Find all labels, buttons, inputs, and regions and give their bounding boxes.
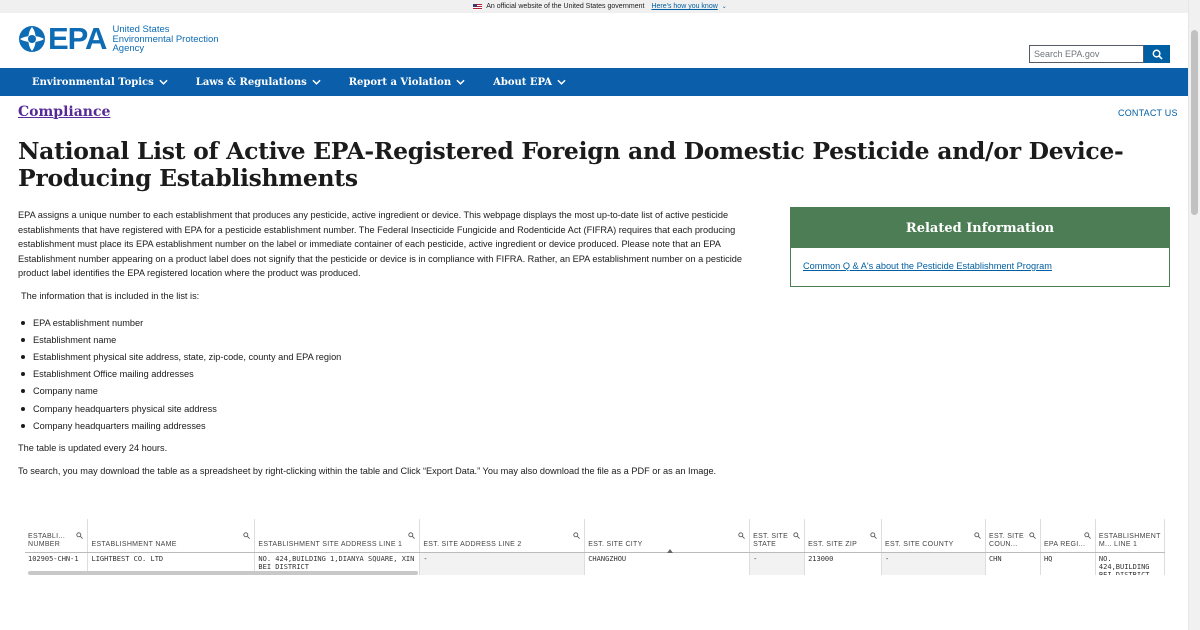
table-cell: -	[881, 552, 986, 575]
page-scrollbar[interactable]	[1188, 0, 1200, 630]
list-item: Company headquarters physical site addre…	[21, 400, 341, 417]
list-item: Establishment name	[21, 331, 341, 348]
column-header-label: EST. SITE COUNTY	[885, 540, 954, 548]
search-icon[interactable]	[793, 532, 800, 539]
related-heading: Related Information	[791, 208, 1169, 248]
column-header-label: EST. SITE COUN...	[988, 532, 1024, 548]
search-icon[interactable]	[1084, 532, 1091, 539]
related-information-box: Related Information Common Q & A's about…	[790, 207, 1170, 287]
search-icon[interactable]	[243, 532, 251, 539]
gov-banner: An official website of the United States…	[0, 0, 1200, 13]
search-instructions: To search, you may download the table as…	[18, 466, 717, 476]
column-header[interactable]: EST. SITE CITY	[584, 519, 751, 553]
column-header[interactable]: EST. SITE COUN...	[985, 519, 1041, 553]
table-cell: HQ	[1040, 552, 1096, 575]
chevron-down-icon	[456, 79, 465, 85]
compliance-link[interactable]: Compliance	[18, 104, 110, 120]
search-input[interactable]	[1029, 45, 1144, 63]
column-header[interactable]: ESTABLISHMENT M... LINE 1	[1095, 519, 1165, 553]
table-cell: 213000	[804, 552, 883, 575]
nav-label: Laws & Regulations	[195, 76, 307, 88]
epa-wordmark: EPA	[48, 21, 107, 57]
chevron-down-icon	[159, 79, 168, 85]
column-header-label: ESTABLISHMENT SITE ADDRESS LINE 1	[258, 540, 403, 548]
search-icon[interactable]	[573, 532, 581, 539]
column-header-label: ESTABLISHMENT NAME	[91, 540, 177, 548]
nav-laws-regulations[interactable]: Laws & Regulations	[196, 77, 321, 88]
table-horizontal-scrollbar[interactable]	[28, 571, 418, 575]
epa-flower-icon	[19, 26, 45, 53]
list-item: Company headquarters mailing addresses	[21, 417, 341, 434]
search-icon[interactable]	[1029, 532, 1036, 539]
contact-us-link[interactable]: CONTACT US	[1118, 108, 1178, 118]
nav-environmental-topics[interactable]: Environmental Topics	[32, 77, 168, 88]
search-icon[interactable]	[408, 532, 416, 539]
info-list: EPA establishment number Establishment n…	[21, 314, 341, 434]
agency-name: United States Environmental Protection A…	[112, 25, 218, 54]
search-icon[interactable]	[738, 532, 745, 539]
table-header-row: ESTABLI... NUMBER ESTABLISHMENT NAME EST…	[25, 519, 1165, 553]
table-cell: NO. 424,BUILDING BEI DISTRICT	[1095, 552, 1165, 575]
related-link-qa[interactable]: Common Q & A's about the Pesticide Estab…	[803, 261, 1052, 271]
column-header[interactable]: ESTABLISHMENT NAME	[87, 519, 256, 553]
list-item: Company name	[21, 383, 341, 400]
column-header[interactable]: EST. SITE ZIP	[804, 519, 883, 553]
column-header-label: EPA REGI...	[1043, 540, 1086, 548]
table-cell: CHANGZHOU	[584, 552, 751, 575]
site-search	[1029, 45, 1170, 63]
column-header-label: ESTABLI... NUMBER	[28, 532, 66, 548]
site-header: EPA United States Environmental Protecti…	[0, 13, 1200, 68]
gov-banner-text: An official website of the United States…	[486, 3, 645, 10]
search-icon[interactable]	[870, 532, 877, 539]
list-item: Establishment Office mailing addresses	[21, 366, 341, 383]
nav-label: Environmental Topics	[32, 76, 154, 88]
chevron-down-icon[interactable]: ⌄	[722, 3, 727, 10]
chevron-down-icon	[312, 79, 321, 85]
search-icon[interactable]	[974, 532, 981, 539]
intro-paragraph: EPA assigns a unique number to each esta…	[18, 210, 742, 278]
column-header-label: EST. SITE STATE	[753, 532, 789, 548]
page-title: National List of Active EPA-Registered F…	[18, 137, 1124, 192]
nav-report-violation[interactable]: Report a Violation	[349, 77, 465, 88]
list-item: EPA establishment number	[21, 314, 341, 331]
column-header-label: ESTABLISHMENT M... LINE 1	[1098, 532, 1161, 548]
table-cell: -	[419, 552, 586, 575]
nav-label: Report a Violation	[348, 76, 452, 88]
establishments-table[interactable]: ESTABLI... NUMBER ESTABLISHMENT NAME EST…	[25, 519, 1165, 575]
column-header[interactable]: EST. SITE STATE	[749, 519, 806, 553]
column-header[interactable]: EST. SITE ADDRESS LINE 2	[419, 519, 586, 553]
us-flag-icon	[473, 3, 483, 10]
chevron-down-icon	[557, 79, 566, 85]
column-header-label: EST. SITE CITY	[588, 540, 643, 548]
sort-indicator-icon[interactable]	[667, 548, 674, 553]
column-header[interactable]: ESTABLISHMENT SITE ADDRESS LINE 1	[254, 519, 421, 553]
table-cell: CHN	[985, 552, 1041, 575]
column-header-label: EST. SITE ADDRESS LINE 2	[423, 540, 522, 548]
list-item: Establishment physical site address, sta…	[21, 348, 341, 365]
heres-how-you-know-link[interactable]: Here's how you know	[651, 3, 717, 10]
agency-line-3: Agency	[112, 43, 145, 54]
column-header-label: EST. SITE ZIP	[808, 540, 858, 548]
search-icon[interactable]	[76, 532, 84, 539]
epa-logo[interactable]: EPA United States Environmental Protecti…	[18, 21, 219, 57]
search-icon	[1152, 49, 1163, 60]
column-header[interactable]: ESTABLI... NUMBER	[25, 519, 89, 553]
main-nav: Environmental Topics Laws & Regulations …	[0, 68, 1188, 96]
column-header[interactable]: EST. SITE COUNTY	[881, 519, 986, 553]
search-button[interactable]	[1144, 45, 1170, 63]
update-note: The table is updated every 24 hours.	[18, 443, 168, 453]
table-cell: -	[749, 552, 806, 575]
scrollbar-thumb[interactable]	[1191, 30, 1198, 215]
column-header[interactable]: EPA REGI...	[1040, 519, 1096, 553]
nav-about-epa[interactable]: About EPA	[493, 77, 566, 88]
info-lead: The information that is included in the …	[21, 291, 200, 301]
nav-label: About EPA	[493, 76, 553, 88]
